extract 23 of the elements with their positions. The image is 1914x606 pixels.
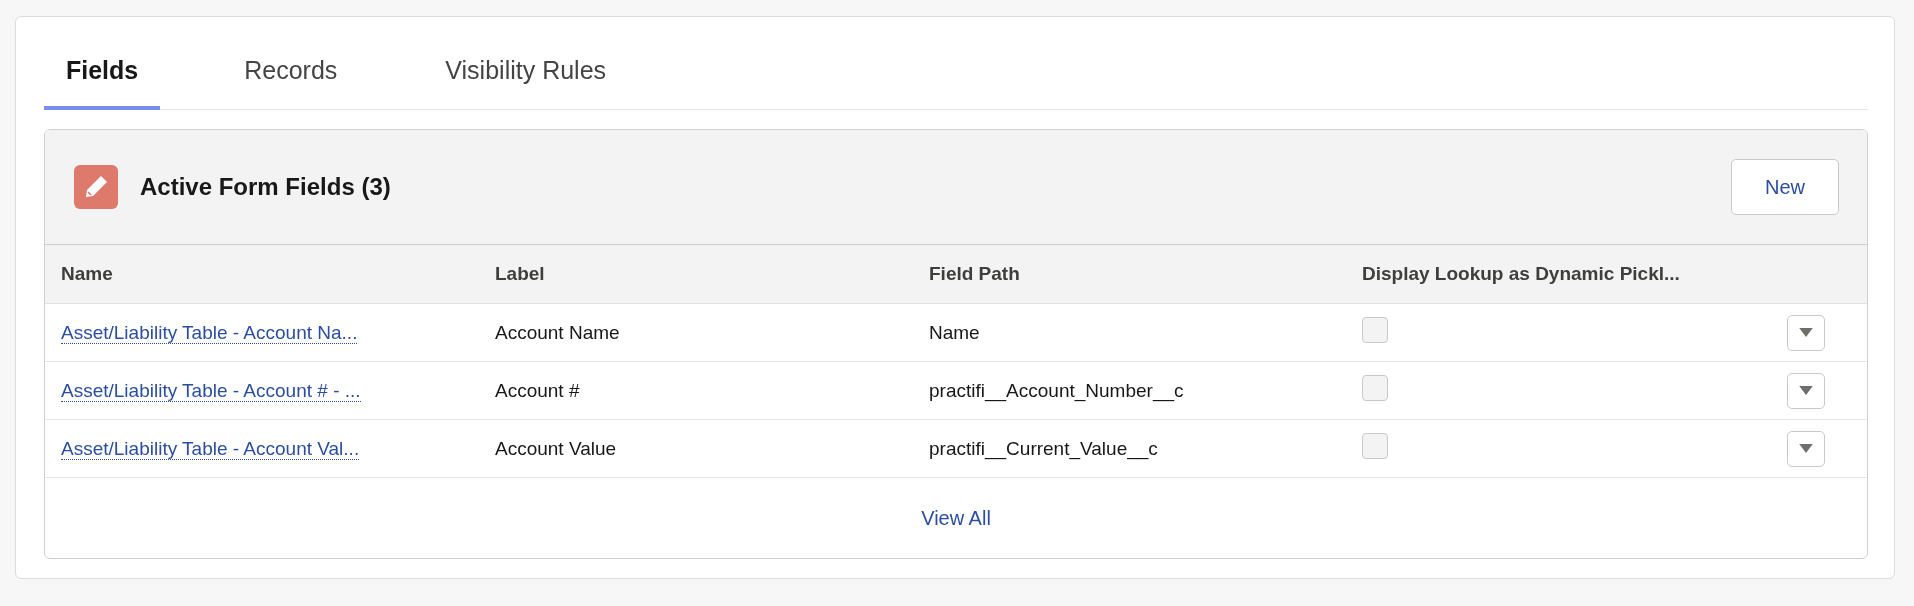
- tab[interactable]: Records: [200, 35, 382, 110]
- new-button[interactable]: New: [1731, 159, 1839, 215]
- column-header: Name: [61, 263, 114, 285]
- caret-icon: [1799, 386, 1813, 395]
- column-header: Field Path: [929, 263, 1021, 285]
- tab[interactable]: Visibility Rules: [401, 35, 651, 110]
- column-header: Label: [495, 263, 546, 285]
- row-menu-button[interactable]: [1787, 430, 1825, 467]
- pencil-icon: [74, 165, 118, 209]
- table-cell-text: Name: [929, 321, 981, 344]
- card-title: Active Form Fields (3): [140, 173, 392, 201]
- view-all-link[interactable]: View All: [921, 506, 991, 530]
- tab[interactable]: Fields: [44, 35, 161, 110]
- table-cell-text: practifi__Current_Value__c: [929, 437, 1159, 460]
- table-cell-text: Account #: [495, 379, 581, 402]
- table-cell-text: Account Value: [495, 437, 618, 460]
- column-header: Display Lookup as Dynamic Pickl...: [1362, 263, 1681, 285]
- caret-icon: [1799, 328, 1813, 337]
- table-cell-text: practifi__Account_Number__c: [929, 379, 1185, 402]
- table-cell-text: Account Name: [495, 321, 621, 344]
- row-menu-button[interactable]: [1787, 314, 1825, 351]
- row-menu-button[interactable]: [1787, 372, 1825, 409]
- caret-icon: [1799, 444, 1813, 453]
